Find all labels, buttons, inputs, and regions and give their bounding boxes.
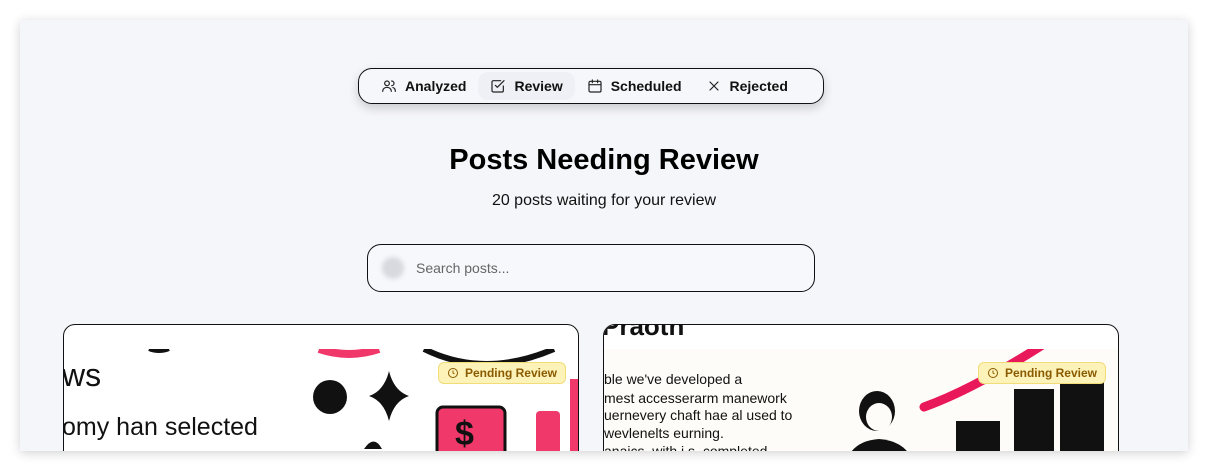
image-text: omy han selected — [64, 413, 258, 441]
image-text: uernevery chaft hae al used to — [604, 407, 793, 423]
image-text: Praoth — [603, 324, 685, 341]
clock-icon — [987, 368, 998, 378]
image-text: ws — [64, 357, 102, 393]
image-text: mest accesserarm manework — [604, 390, 787, 406]
tab-label: Rejected — [729, 78, 788, 94]
tab-review[interactable]: Review — [478, 72, 575, 100]
page-subtitle: 20 posts waiting for your review — [491, 192, 717, 209]
users-icon — [382, 80, 396, 92]
status-tabs: Analyzed Review Scheduled Rejected — [358, 68, 824, 104]
x-icon — [708, 81, 719, 91]
search-box[interactable] — [367, 244, 815, 292]
image-text: wevlenelts eurning. — [604, 425, 724, 441]
tab-label: Review — [514, 78, 563, 94]
status-badge: Pending Review — [437, 362, 566, 384]
image-text: anaics, with i.s. completed — [604, 443, 768, 451]
post-card[interactable]: Praoth ble we've developed a mest access… — [603, 324, 1119, 451]
post-card[interactable]: ws omy han selected $ Pending Review — [63, 324, 579, 451]
search-icon — [382, 257, 404, 279]
page-title: Posts Needing Review — [449, 144, 759, 176]
tab-scheduled[interactable]: Scheduled — [575, 72, 694, 100]
dollar-symbol: $ — [455, 415, 474, 451]
search-input[interactable] — [416, 260, 776, 276]
tab-rejected[interactable]: Rejected — [694, 72, 800, 100]
tab-label: Analyzed — [405, 78, 467, 94]
image-text: ble we've developed a — [604, 371, 743, 387]
tab-analyzed[interactable]: Analyzed — [369, 72, 478, 100]
clock-icon — [447, 368, 458, 378]
check-square-icon — [491, 80, 506, 93]
app-window: Analyzed Review Scheduled Rejected Posts… — [20, 20, 1188, 451]
badge-label: Pending Review — [1004, 366, 1097, 380]
tab-label: Scheduled — [610, 78, 682, 94]
badge-label: Pending Review — [464, 366, 557, 380]
calendar-icon — [588, 79, 602, 93]
status-badge: Pending Review — [977, 362, 1106, 384]
